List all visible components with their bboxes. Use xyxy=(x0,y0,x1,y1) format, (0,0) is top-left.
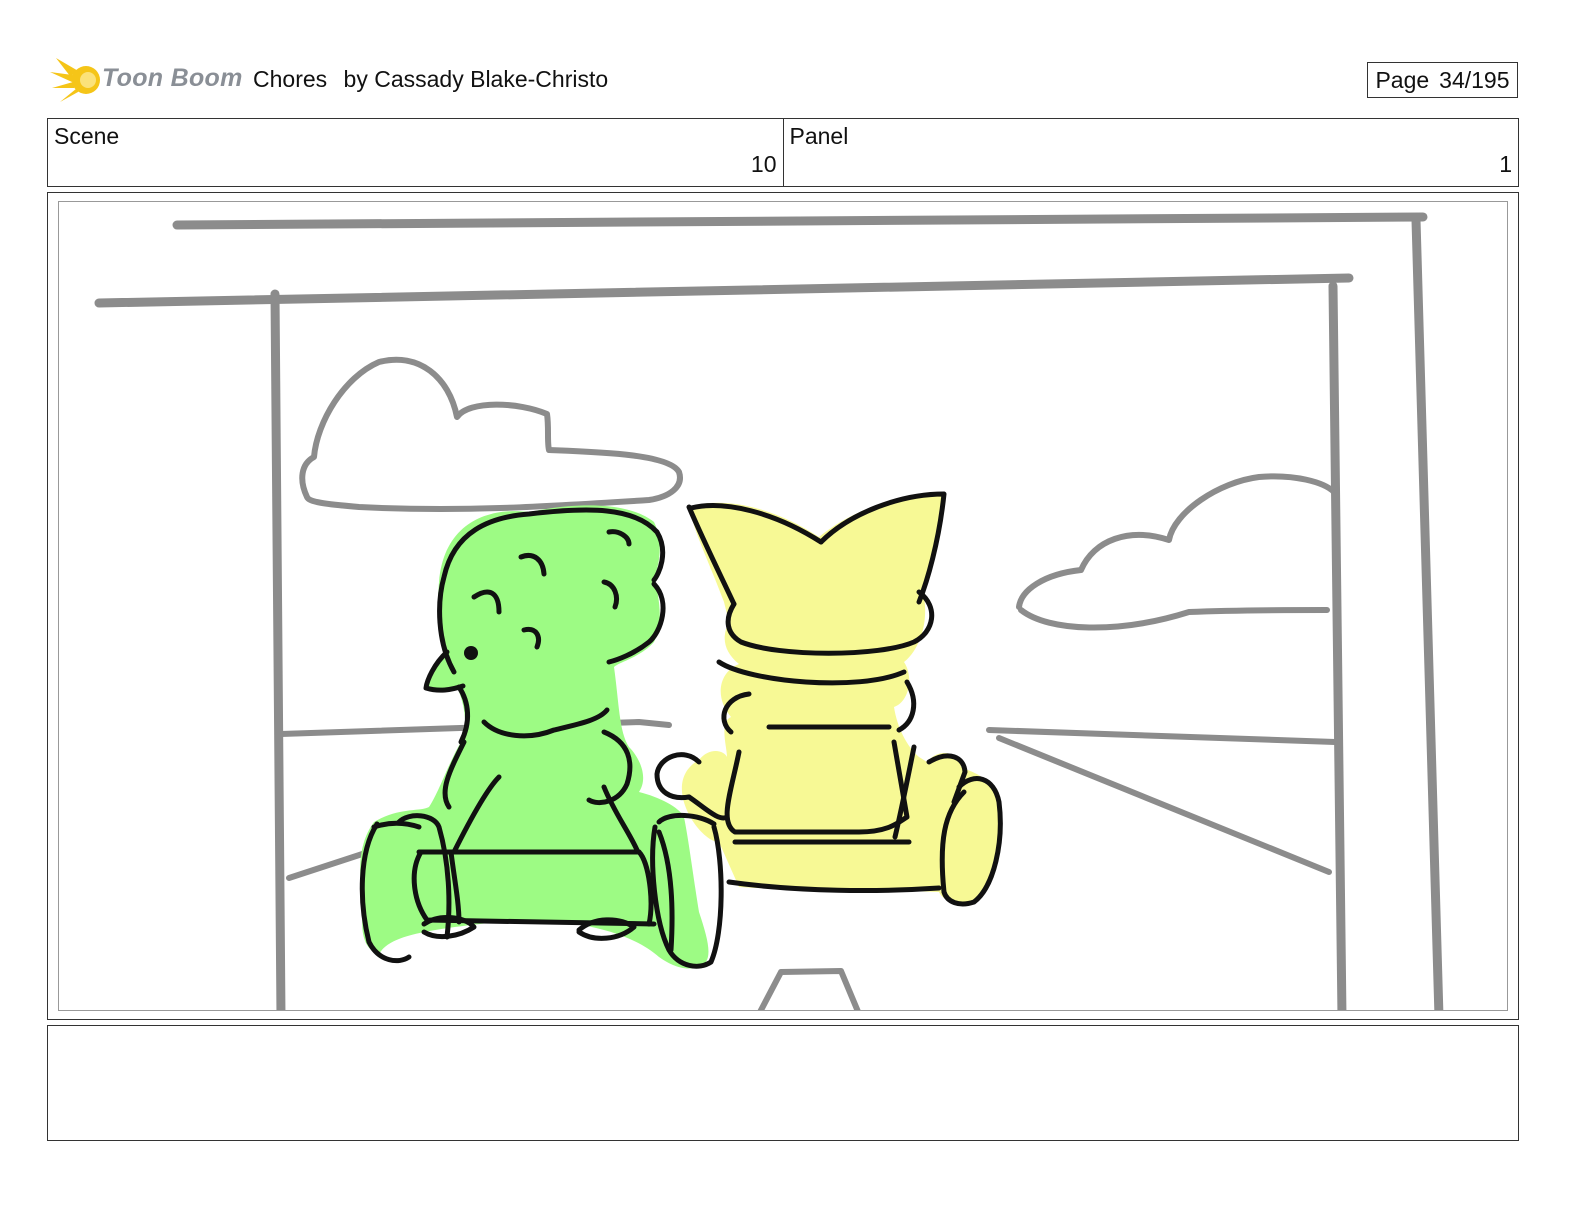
panel-notes-box xyxy=(47,1025,1519,1141)
scene-number: 10 xyxy=(750,151,777,177)
page-indicator: Page 34/195 xyxy=(1367,62,1518,98)
yellow-character xyxy=(654,491,1003,907)
panel-cell: Panel 1 xyxy=(782,119,1519,186)
toon-boom-logo: Toon Boom xyxy=(50,54,243,106)
scene-panel-row: Scene 10 Panel 1 xyxy=(47,118,1519,187)
page-label: Page xyxy=(1375,66,1430,93)
storyboard-sketch xyxy=(94,212,1444,1010)
storyboard-panel-frame xyxy=(47,192,1519,1020)
panel-label: Panel xyxy=(789,123,849,149)
page-number: 34/195 xyxy=(1439,66,1510,93)
logo-text: Toon Boom xyxy=(102,64,243,92)
scene-label: Scene xyxy=(54,123,120,149)
storyboard-drawing-area xyxy=(58,201,1508,1011)
panel-number: 1 xyxy=(1499,151,1512,177)
green-character xyxy=(359,505,724,969)
flame-burst-icon xyxy=(50,58,100,102)
document-title: Chores by Cassady Blake-Christo xyxy=(253,66,608,93)
author-text: by Cassady Blake-Christo xyxy=(343,66,609,92)
scene-cell: Scene 10 xyxy=(48,119,783,186)
title-text: Chores xyxy=(253,66,328,92)
